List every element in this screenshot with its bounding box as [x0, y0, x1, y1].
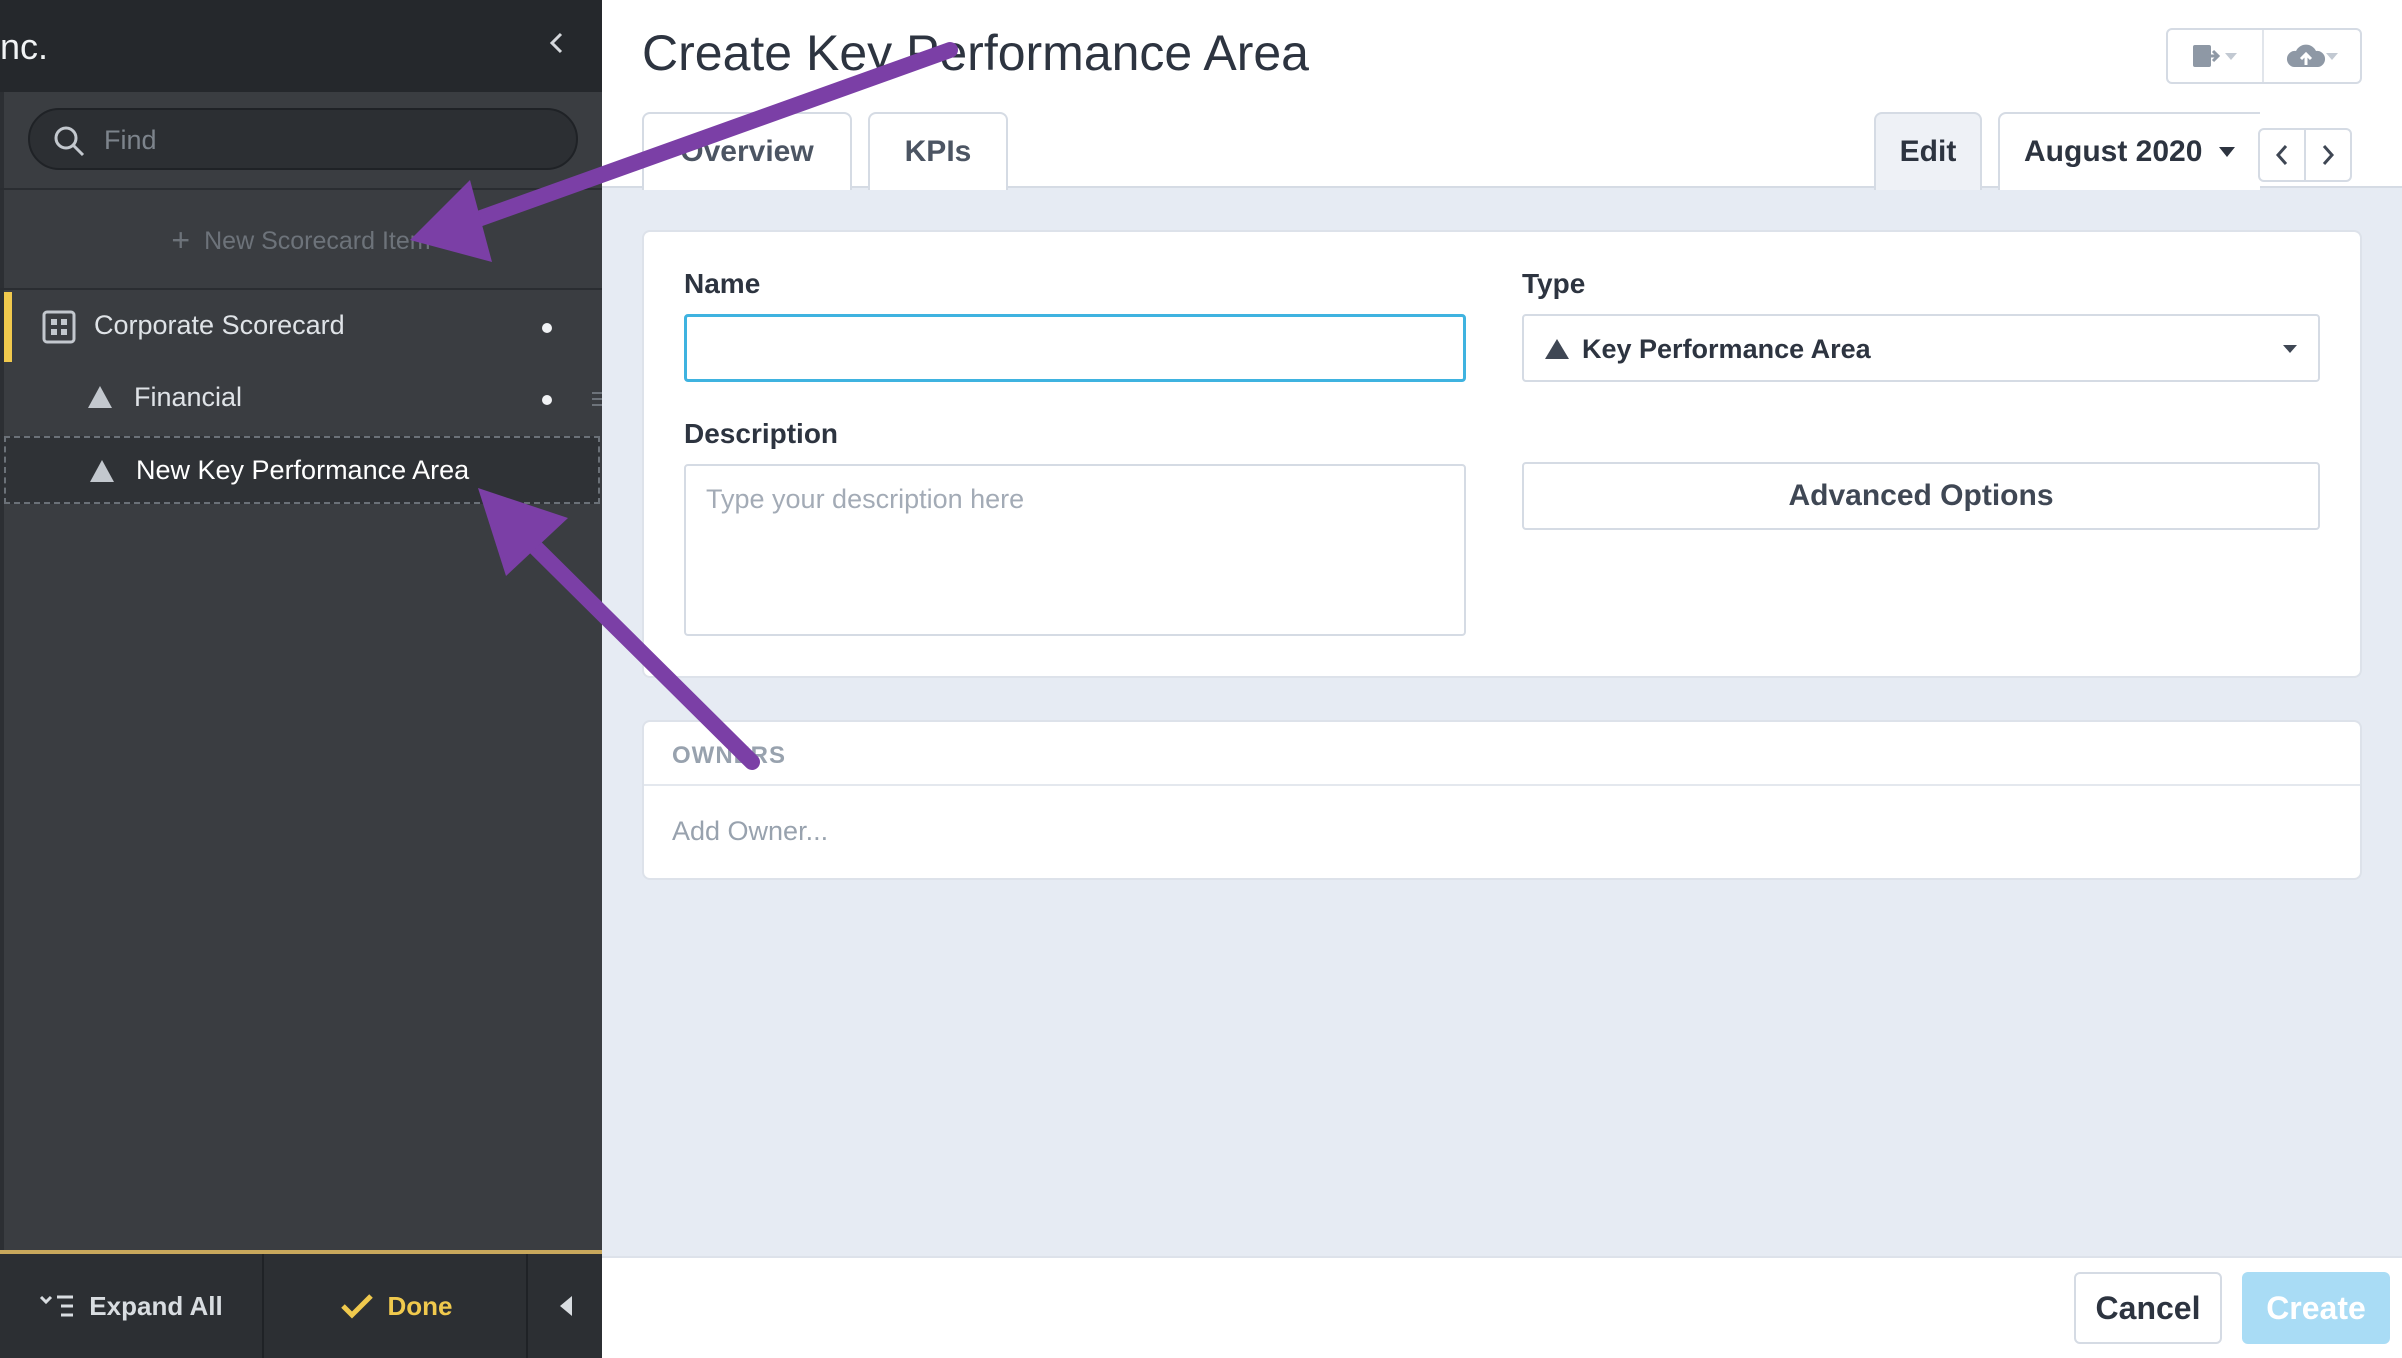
collapse-panel-button[interactable]: [530, 1254, 602, 1358]
owners-header: OWNERS: [644, 722, 2360, 786]
page-title: Create Key Performance Area: [642, 25, 1309, 81]
drag-handle-icon[interactable]: [590, 388, 602, 410]
divider: [0, 188, 602, 190]
tree-item-label: Financial: [134, 382, 243, 412]
tab-kpis[interactable]: KPIs: [868, 112, 1008, 190]
scorecard-icon: [42, 310, 76, 344]
caret-left-icon: [560, 1296, 572, 1316]
done-label: Done: [387, 1290, 453, 1321]
owners-card: OWNERS Add Owner...: [642, 720, 2362, 880]
chevron-left-icon: [549, 32, 563, 54]
type-value: Key Performance Area: [1582, 334, 1871, 364]
triangle-icon: [88, 386, 112, 408]
kpa-form-card: Name Type Key Performance Area Descripti…: [642, 230, 2362, 678]
expand-all-icon: [40, 1295, 74, 1317]
triangle-icon: [1545, 339, 1569, 359]
previous-period-button[interactable]: [2258, 128, 2306, 182]
type-select[interactable]: Key Performance Area: [1522, 314, 2320, 382]
type-label: Type: [1522, 268, 1586, 299]
cloud-upload-icon: [2286, 44, 2338, 67]
tree-item-new-key-performance-area[interactable]: New Key Performance Area: [4, 436, 600, 504]
tree-item-label: Corporate Scorecard: [94, 310, 345, 340]
selected-accent: [4, 292, 12, 362]
tree-item-corporate-scorecard[interactable]: Corporate Scorecard: [0, 292, 602, 362]
tree-item-label: New Key Performance Area: [136, 455, 470, 485]
form-footer: Cancel Create: [602, 1256, 2402, 1358]
search-icon: [54, 126, 85, 157]
name-input[interactable]: [684, 314, 1466, 382]
plus-icon: +: [171, 222, 191, 258]
expand-all-button[interactable]: Expand All: [0, 1254, 264, 1358]
status-dot: [542, 323, 552, 333]
new-scorecard-item-label: New Scorecard Item: [204, 227, 431, 255]
find-box[interactable]: [28, 108, 578, 170]
advanced-options-button[interactable]: Advanced Options: [1522, 462, 2320, 530]
chevron-right-icon: [2322, 145, 2335, 165]
owners-heading: OWNERS: [672, 742, 786, 769]
organization-title: nc.: [0, 26, 49, 67]
done-button[interactable]: Done: [266, 1254, 528, 1358]
caret-down-icon: [2283, 345, 2297, 353]
chevron-left-icon: [2275, 145, 2288, 165]
top-actions: [2166, 28, 2362, 84]
new-scorecard-item-button[interactable]: + New Scorecard Item: [0, 222, 602, 262]
description-label: Description: [684, 418, 839, 449]
next-period-button[interactable]: [2304, 128, 2352, 182]
sidebar-edge: [0, 92, 4, 1252]
checkmark-icon: [340, 1294, 373, 1319]
add-owner-input[interactable]: Add Owner...: [672, 816, 828, 847]
name-label: Name: [684, 268, 761, 299]
cloud-menu-button[interactable]: [2266, 30, 2362, 82]
collapse-sidebar-button[interactable]: [542, 28, 572, 64]
period-selector[interactable]: August 2020: [1998, 112, 2260, 190]
main-header: Create Key Performance Area Overview KPI…: [602, 0, 2402, 190]
find-input[interactable]: [104, 118, 554, 162]
period-label: August 2020: [2024, 135, 2203, 168]
caret-down-icon: [2219, 147, 2236, 157]
description-textarea[interactable]: [684, 464, 1466, 636]
cancel-button[interactable]: Cancel: [2074, 1272, 2222, 1344]
status-dot: [542, 395, 552, 405]
triangle-icon: [90, 460, 114, 482]
export-menu-button[interactable]: [2168, 30, 2264, 82]
sidebar-footer: Expand All Done: [0, 1250, 602, 1358]
tab-edit[interactable]: Edit: [1874, 112, 1982, 190]
expand-all-label: Expand All: [89, 1290, 223, 1321]
export-icon: [2193, 45, 2237, 67]
create-button[interactable]: Create: [2242, 1272, 2390, 1344]
divider: [0, 288, 602, 290]
sidebar: nc. + New Scorecard Item Corporate Scorec…: [0, 0, 602, 1358]
tab-overview[interactable]: Overview: [642, 112, 852, 190]
sidebar-header: nc.: [0, 0, 602, 92]
main-panel: Create Key Performance Area Overview KPI…: [602, 0, 2402, 1358]
tree-item-financial[interactable]: Financial: [0, 364, 602, 434]
